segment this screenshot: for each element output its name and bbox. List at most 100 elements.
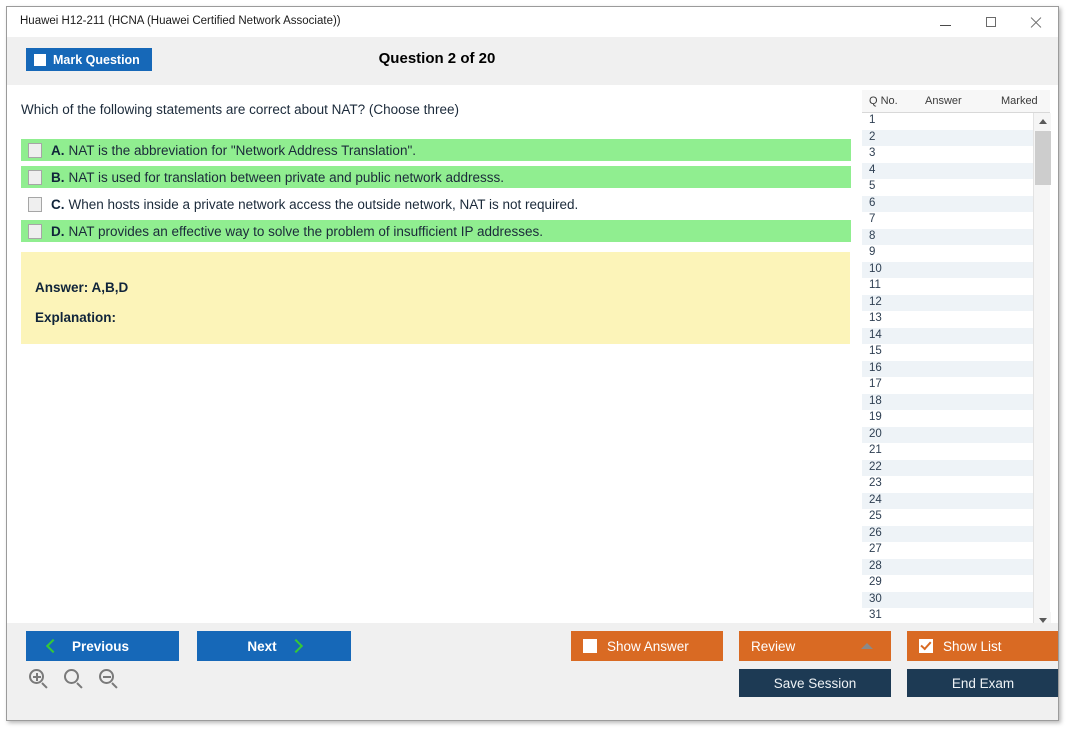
- show-list-button[interactable]: Show List: [907, 631, 1058, 661]
- option-letter: A.: [51, 142, 65, 158]
- question-list-row[interactable]: 29: [862, 575, 1033, 592]
- question-list-row[interactable]: 7: [862, 212, 1033, 229]
- question-list-row[interactable]: 24: [862, 492, 1033, 509]
- row-question-number: 7: [869, 213, 876, 225]
- scroll-up-button[interactable]: [1034, 113, 1051, 130]
- answer-option-c[interactable]: C. When hosts inside a private network ac…: [21, 193, 851, 215]
- question-list-header: Q No. Answer Marked: [862, 90, 1050, 113]
- scrollbar-thumb[interactable]: [1035, 131, 1051, 185]
- question-list-row[interactable]: 23: [862, 476, 1033, 493]
- review-dropdown[interactable]: Review: [739, 631, 891, 661]
- question-list-row[interactable]: 10: [862, 261, 1033, 278]
- show-answer-checkbox-icon[interactable]: [583, 639, 597, 653]
- question-list-row[interactable]: 26: [862, 525, 1033, 542]
- show-answer-label: Show Answer: [607, 638, 689, 654]
- question-list-row[interactable]: 15: [862, 344, 1033, 361]
- close-button[interactable]: [1013, 7, 1058, 37]
- next-button[interactable]: Next: [197, 631, 351, 661]
- close-icon: [1029, 16, 1042, 29]
- answer-option-b[interactable]: B. NAT is used for translation between pr…: [21, 166, 851, 188]
- question-list-row[interactable]: 1: [862, 113, 1033, 130]
- row-question-number: 30: [869, 592, 882, 605]
- option-checkbox[interactable]: [28, 142, 42, 158]
- question-list-row[interactable]: 30: [862, 591, 1033, 608]
- question-list-row[interactable]: 9: [862, 245, 1033, 262]
- zoom-out-icon[interactable]: [99, 669, 120, 690]
- question-list-row[interactable]: 18: [862, 393, 1033, 410]
- window-controls: [923, 7, 1058, 37]
- exam-application-window: Huawei H12-211 (HCNA (Huawei Certified N…: [6, 6, 1059, 721]
- save-session-label: Save Session: [773, 675, 857, 691]
- row-question-number: 21: [869, 444, 882, 456]
- explanation-line: Explanation:: [35, 310, 117, 325]
- question-list-row[interactable]: 2: [862, 129, 1033, 146]
- row-question-number: 8: [869, 229, 876, 242]
- zoom-reset-icon[interactable]: [64, 669, 85, 690]
- zoom-in-icon[interactable]: [29, 669, 50, 690]
- question-list-panel: Q No. Answer Marked 1 2 3 4 5 6 7 8 9 10 11 12 13 14 1…: [862, 90, 1051, 629]
- save-session-button[interactable]: Save Session: [739, 669, 891, 697]
- question-list-row[interactable]: 22: [862, 459, 1033, 476]
- option-checkbox[interactable]: [28, 223, 42, 239]
- show-list-checkbox-icon[interactable]: [919, 638, 933, 653]
- question-list-row[interactable]: 16: [862, 360, 1033, 377]
- row-question-number: 11: [869, 279, 881, 291]
- minimize-button[interactable]: [923, 7, 968, 37]
- answer-option-a[interactable]: A. NAT is the abbreviation for "Network A…: [21, 139, 851, 161]
- question-list-row[interactable]: 6: [862, 195, 1033, 212]
- question-list-row[interactable]: 21: [862, 443, 1033, 460]
- question-list-row[interactable]: 25: [862, 509, 1033, 526]
- answer-options-list: A. NAT is the abbreviation for "Network A…: [21, 139, 851, 247]
- question-list-row[interactable]: 27: [862, 542, 1033, 559]
- question-pane: Which of the following statements are co…: [7, 85, 855, 623]
- row-question-number: 13: [869, 312, 882, 324]
- question-list-row[interactable]: 14: [862, 327, 1033, 344]
- row-question-number: 12: [869, 295, 882, 308]
- question-counter: Question 2 of 20: [378, 50, 496, 67]
- question-header-bar: Mark Question Question 2 of 20: [7, 37, 1058, 85]
- title-bar: Huawei H12-211 (HCNA (Huawei Certified N…: [7, 7, 1058, 37]
- row-question-number: 18: [869, 394, 882, 407]
- question-list-row[interactable]: 20: [862, 426, 1033, 443]
- row-question-number: 4: [869, 163, 876, 176]
- option-checkbox[interactable]: [28, 169, 42, 185]
- chevron-up-icon: [861, 643, 873, 649]
- option-text: NAT is the abbreviation for "Network Add…: [68, 142, 417, 158]
- question-list-row[interactable]: 28: [862, 558, 1033, 575]
- row-question-number: 3: [869, 147, 876, 159]
- question-list-row[interactable]: 19: [862, 410, 1033, 427]
- row-question-number: 6: [869, 196, 876, 209]
- question-list-row[interactable]: 13: [862, 311, 1033, 328]
- previous-button[interactable]: Previous: [26, 631, 179, 661]
- zoom-controls: [29, 669, 120, 690]
- chevron-up-icon: [1038, 119, 1047, 124]
- question-list-row[interactable]: 5: [862, 179, 1033, 196]
- minimize-icon: [940, 24, 951, 26]
- maximize-button[interactable]: [968, 7, 1013, 37]
- row-question-number: 16: [869, 361, 882, 374]
- question-list-row[interactable]: 12: [862, 294, 1033, 311]
- column-header-qno: Q No.: [869, 95, 898, 107]
- option-checkbox[interactable]: [28, 196, 42, 212]
- row-question-number: 19: [869, 411, 882, 423]
- question-list-row[interactable]: 11: [862, 278, 1033, 295]
- answer-option-d[interactable]: D. NAT provides an effective way to solve…: [21, 220, 851, 242]
- question-list-row[interactable]: 17: [862, 377, 1033, 394]
- previous-button-label: Previous: [72, 638, 130, 654]
- show-answer-button[interactable]: Show Answer: [571, 631, 723, 661]
- end-exam-button[interactable]: End Exam: [907, 669, 1058, 697]
- row-question-number: 27: [869, 543, 882, 555]
- question-list-body[interactable]: 1 2 3 4 5 6 7 8 9 10 11 12 13 14 15 16 17 18 19 20 21 22 23 24 2…: [862, 113, 1033, 629]
- question-list-row[interactable]: 3: [862, 146, 1033, 163]
- row-question-number: 29: [869, 576, 882, 588]
- column-header-marked: Marked: [1001, 95, 1038, 107]
- check-icon: [920, 638, 932, 651]
- question-list-row[interactable]: 4: [862, 162, 1033, 179]
- question-list-scrollbar[interactable]: [1033, 113, 1051, 629]
- row-question-number: 24: [869, 493, 882, 506]
- question-prompt: Which of the following statements are co…: [21, 102, 459, 117]
- chevron-right-icon: [288, 638, 303, 654]
- question-list-row[interactable]: 8: [862, 228, 1033, 245]
- option-letter: C.: [51, 196, 65, 212]
- next-button-label: Next: [247, 638, 277, 654]
